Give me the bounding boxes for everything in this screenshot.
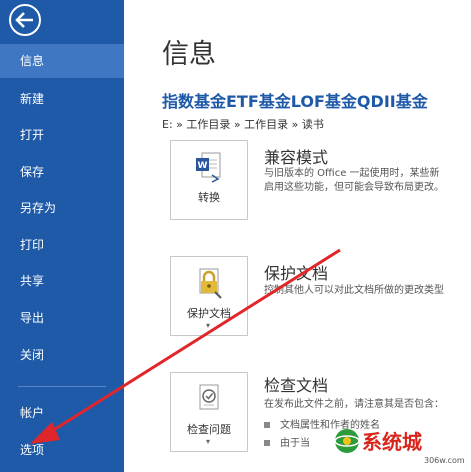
compat-mode-desc-1: 与旧版本的 Office 一起使用时，某些新 xyxy=(264,168,440,179)
check-for-issues-label: 检查问题 xyxy=(187,423,231,436)
page-title: 信息 xyxy=(162,39,216,70)
info-panel: 信息 指数基金ETF基金LOF基金QDII基金 E: » 工作目录 » 工作目录… xyxy=(124,0,471,472)
protect-document-desc: 控制其他人可以对此文档所做的更改类型 xyxy=(264,285,444,296)
inspect-document-desc: 在发布此文件之前，请注意其是否包含： xyxy=(264,399,444,410)
globe-logo-icon xyxy=(334,429,360,453)
nav-item-account[interactable]: 帐户 xyxy=(0,396,124,430)
inspect-document-title: 检查文档 xyxy=(264,376,329,395)
chevron-down-icon: ▾ xyxy=(206,321,211,330)
nav-item-share[interactable]: 共享 xyxy=(0,264,124,298)
nav-item-info[interactable]: 信息 xyxy=(0,44,124,78)
inspect-bullet-2-text: 由于当 xyxy=(280,438,310,449)
nav-divider xyxy=(18,386,106,387)
check-for-issues-button[interactable]: 检查问题 ▾ xyxy=(170,372,248,452)
document-check-icon xyxy=(199,384,219,410)
nav-item-new[interactable]: 新建 xyxy=(0,82,124,116)
convert-button[interactable]: W 转换 xyxy=(170,140,248,220)
breadcrumb[interactable]: E: » 工作目录 » 工作目录 » 读书 xyxy=(162,116,324,132)
protect-document-label: 保护文档 xyxy=(187,307,231,320)
compat-mode-title: 兼容模式 xyxy=(264,148,329,167)
nav-item-options[interactable]: 选项 xyxy=(0,433,124,467)
nav-item-close[interactable]: 关闭 xyxy=(0,338,124,372)
watermark-url: 306w.com xyxy=(424,456,465,465)
chevron-down-icon: ▾ xyxy=(206,437,211,446)
svg-text:W: W xyxy=(198,161,208,171)
nav-item-export[interactable]: 导出 xyxy=(0,301,124,335)
bullet-icon xyxy=(264,422,270,428)
back-arrow-icon xyxy=(9,4,41,36)
document-title: 指数基金ETF基金LOF基金QDII基金 xyxy=(162,92,428,111)
nav-item-open[interactable]: 打开 xyxy=(0,118,124,152)
watermark-text: 系统城 xyxy=(362,430,422,454)
watermark-logo: 系统城 306w.com xyxy=(330,420,471,472)
nav-item-save[interactable]: 保存 xyxy=(0,155,124,189)
nav-item-print[interactable]: 打印 xyxy=(0,228,124,262)
protect-document-button[interactable]: 保护文档 ▾ xyxy=(170,256,248,336)
bullet-icon xyxy=(264,440,270,446)
word-convert-icon: W xyxy=(196,152,221,183)
inspect-bullet-2: 由于当 xyxy=(264,434,310,449)
back-button[interactable] xyxy=(7,2,43,38)
convert-label: 转换 xyxy=(198,191,220,204)
compat-mode-desc-2: 启用这些功能，但可能会导致布局更改。 xyxy=(264,182,444,193)
backstage-sidebar: 信息 新建 打开 保存 另存为 打印 共享 导出 关闭 帐户 选项 xyxy=(0,0,124,472)
lock-key-icon xyxy=(199,268,222,299)
protect-document-title: 保护文档 xyxy=(264,264,329,283)
nav-item-save-as[interactable]: 另存为 xyxy=(0,191,124,225)
